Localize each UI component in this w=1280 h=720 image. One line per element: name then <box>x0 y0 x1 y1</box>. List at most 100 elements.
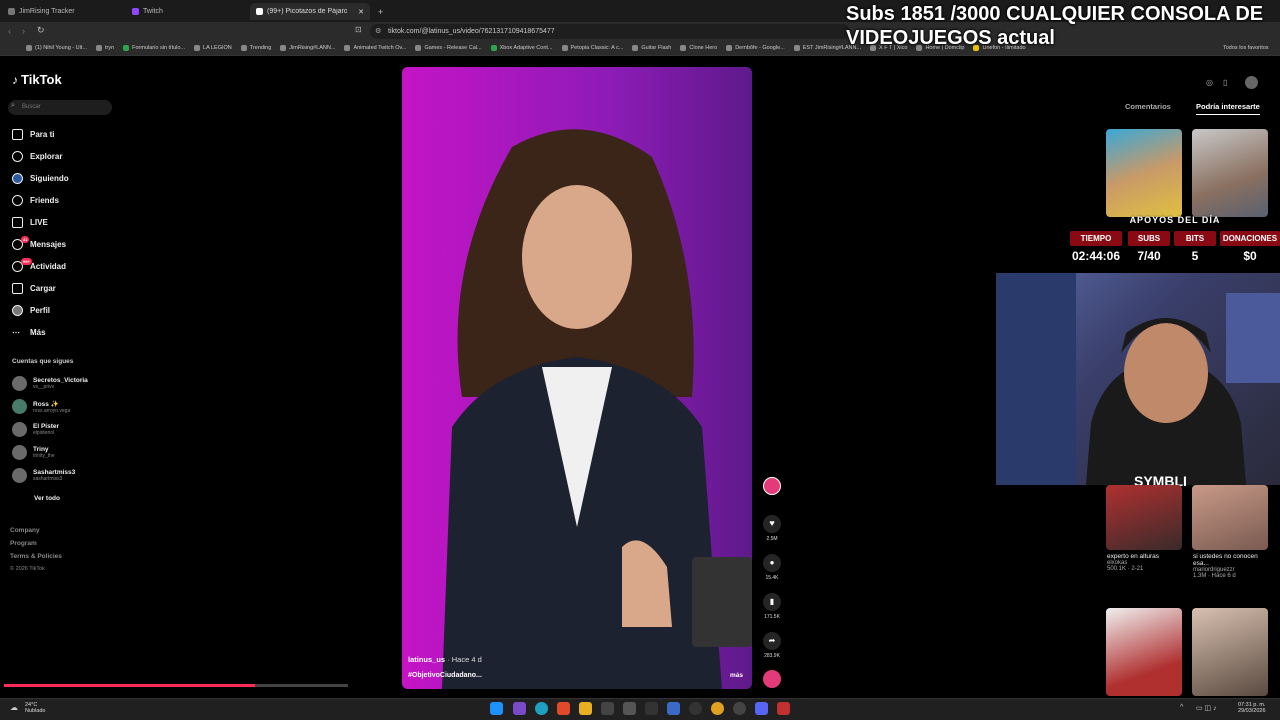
bookmark-button[interactable]: ▮ 171.5K <box>762 593 782 620</box>
followed-account[interactable]: Triny trinity_the <box>12 445 55 460</box>
tab-tiktok-active[interactable]: (99+) Picotazos de Pájaro Car✕ <box>250 3 370 20</box>
bookmark-item[interactable]: tryn <box>95 45 114 51</box>
tab-twitch[interactable]: Twitch <box>126 3 246 20</box>
bookmark-item[interactable]: Games - Release Cal... <box>415 45 482 51</box>
search-input[interactable]: Buscar <box>8 100 112 115</box>
suggested-thumbnail[interactable] <box>1192 608 1268 696</box>
weather-widget[interactable]: 24°C Nublado <box>25 702 46 714</box>
app-icon[interactable] <box>513 702 526 715</box>
suggested-thumbnail[interactable] <box>1192 129 1268 217</box>
back-icon[interactable]: ‹ <box>8 26 11 36</box>
video-author[interactable]: latinus_us · Hace 4 d <box>408 655 482 664</box>
suggested-thumbnail[interactable] <box>1106 129 1182 217</box>
suggested-thumbnail[interactable] <box>1106 608 1182 696</box>
tab-jimrising-tracker[interactable]: JimRising Tracker <box>2 3 122 20</box>
bookmark-favicon-icon <box>415 45 422 51</box>
bookmark-favicon-icon <box>95 45 102 51</box>
suggested-thumbnail[interactable] <box>1106 485 1182 550</box>
nav-mas[interactable]: ⋯ Más <box>12 325 46 339</box>
creator-avatar-button[interactable] <box>762 477 782 498</box>
chrome-icon[interactable] <box>711 702 724 715</box>
share-button[interactable]: ➦ 283.9K <box>762 632 782 659</box>
bookmark-item[interactable]: LA LEGION <box>194 45 232 51</box>
forward-icon[interactable]: › <box>22 26 25 36</box>
nav-siguiendo[interactable]: Siguiendo <box>12 171 69 185</box>
tab-podria-interesarte[interactable]: Podría interesarte <box>1196 102 1260 115</box>
bookmark-item[interactable]: Animated Twitch Ov... <box>344 45 406 51</box>
stream-title-overlay: Subs 1851 /3000 CUALQUIER CONSOLA DE VID… <box>846 3 1264 49</box>
tray-icons[interactable]: ▭ ◫ ♪ <box>1196 704 1217 712</box>
new-tab-button[interactable]: + <box>372 3 389 20</box>
edge-icon[interactable] <box>535 702 548 715</box>
see-all-link[interactable]: Ver todo <box>34 495 60 502</box>
reload-icon[interactable]: ↻ <box>37 25 45 36</box>
user-avatar[interactable] <box>1245 76 1258 89</box>
bookmark-item[interactable]: Clone Hero <box>680 45 717 51</box>
bookmark-favicon-icon <box>26 45 32 51</box>
tray-chevron-icon[interactable]: ^ <box>1180 704 1183 711</box>
bookmark-item[interactable]: (1) Nihil Young - Ult... <box>26 45 87 51</box>
nav-cargar[interactable]: Cargar <box>12 281 56 295</box>
followed-account[interactable]: El Píster elpisteriol <box>12 422 59 437</box>
suggested-thumbnail[interactable] <box>1192 485 1268 550</box>
music-disc-icon <box>763 670 781 688</box>
caption-more-link[interactable]: más <box>730 672 743 679</box>
media-player-icon[interactable] <box>733 702 746 715</box>
bookmark-item[interactable]: Petopia Classic: A c... <box>561 45 623 51</box>
footer-company-link[interactable]: Company <box>10 527 40 534</box>
avatar <box>12 445 27 460</box>
bookmark-page-icon[interactable]: ⊡ <box>355 25 362 34</box>
like-button[interactable]: ♥ 2.5M <box>762 515 782 542</box>
discord-icon[interactable] <box>755 702 768 715</box>
nav-para-ti[interactable]: Para ti <box>12 127 54 141</box>
taskbar-clock[interactable]: 07:31 p. m. 29/03/2026 <box>1238 702 1266 714</box>
brave-icon[interactable] <box>557 702 570 715</box>
bookmark-item[interactable]: Xbox Adaptive Cont... <box>490 45 553 51</box>
close-tab-icon[interactable]: ✕ <box>358 8 364 16</box>
settings-icon[interactable]: ◎ <box>1206 78 1213 87</box>
bookmark-item[interactable]: Dembôfe - Google... <box>726 45 785 51</box>
tab-comentarios[interactable]: Comentarios <box>1125 102 1171 111</box>
device-icon[interactable]: ▯ <box>1223 78 1227 87</box>
app-icon[interactable] <box>645 702 658 715</box>
message-icon: 41 <box>12 235 30 250</box>
more-icon: ⋯ <box>12 327 20 337</box>
comment-button[interactable]: ● 15.4K <box>762 554 782 581</box>
stat-subs: SUBS 7/40 <box>1128 231 1170 263</box>
music-disc-button[interactable] <box>762 670 782 691</box>
tiktok-logo[interactable]: ♪ TikTok <box>12 72 62 87</box>
activity-icon: 99+ <box>12 257 32 272</box>
video-player[interactable]: latinus_us · Hace 4 d #ObjetivoCiudadano… <box>402 67 752 689</box>
start-button-icon[interactable] <box>490 702 503 715</box>
nav-actividad[interactable]: 99+ Actividad <box>12 257 66 273</box>
url-input[interactable]: tiktok.com/@latinus_us/video/76213171094… <box>370 24 850 39</box>
followed-account[interactable]: Secretos_Victoria vs__privv <box>12 376 88 391</box>
app-icon[interactable] <box>777 702 790 715</box>
obs-icon[interactable] <box>689 702 702 715</box>
nav-live[interactable]: LIVE <box>12 215 48 229</box>
footer-program-link[interactable]: Program <box>10 540 37 547</box>
weather-icon: ☁ <box>10 703 18 712</box>
bookmark-item[interactable]: Formulario sin título... <box>123 45 185 51</box>
folder-icon[interactable] <box>579 702 592 715</box>
footer-terms-link[interactable]: Terms & Policies <box>10 553 62 560</box>
app-icon[interactable] <box>601 702 614 715</box>
bookmark-item[interactable]: Trending <box>240 45 271 51</box>
followed-account[interactable]: Sashartmiss3 sashartmiss3 <box>12 468 75 483</box>
following-icon <box>12 172 23 184</box>
bookmark-item[interactable]: Guitar Flash <box>632 45 671 51</box>
site-info-icon[interactable]: ⚙ <box>375 27 381 35</box>
home-icon <box>12 128 23 140</box>
nav-friends[interactable]: Friends <box>12 193 59 207</box>
bookmark-item[interactable]: JimRising#LANN... <box>280 45 335 51</box>
bookmark-favicon-icon <box>726 45 733 51</box>
avatar <box>12 422 27 437</box>
search-icon: ⌕ <box>11 102 15 109</box>
nav-mensajes[interactable]: 41 Mensajes <box>12 235 66 251</box>
nav-perfil[interactable]: Perfil <box>12 303 50 317</box>
nav-explorar[interactable]: Explorar <box>12 149 62 163</box>
app-icon[interactable] <box>623 702 636 715</box>
settings-app-icon[interactable] <box>667 702 680 715</box>
followed-account[interactable]: Ross ✨ ross.arroyo.vega <box>12 399 70 414</box>
stat-time: TIEMPO 02:44:06 <box>1070 231 1122 263</box>
